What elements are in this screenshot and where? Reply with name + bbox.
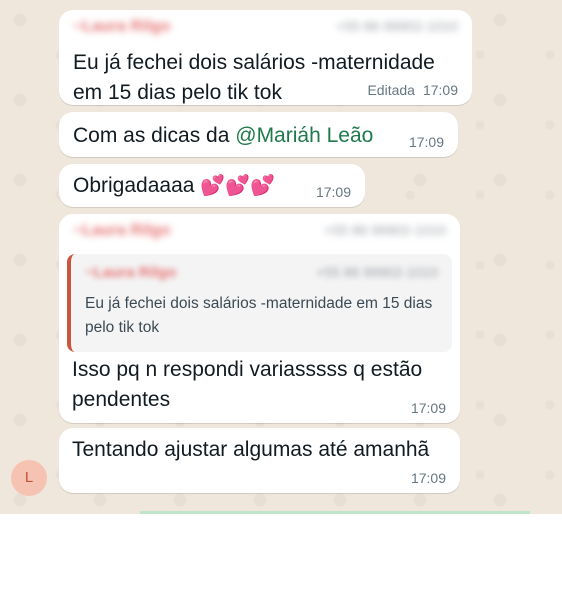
- divider: [140, 511, 530, 514]
- quoted-sender-name: ~Laura Rilgo: [85, 264, 177, 281]
- message-meta: Editada 17:09: [367, 82, 458, 98]
- message-time: 17:09: [408, 134, 444, 150]
- edited-label: Editada: [367, 82, 415, 98]
- mention-link[interactable]: @Mariáh Leão: [235, 124, 373, 147]
- message-time: 17:09: [422, 82, 458, 98]
- message-text-main: Obrigadaaaa: [73, 174, 195, 197]
- message-time: 17:09: [410, 400, 446, 416]
- quoted-sender-row: ~Laura Rilgo +55 86 99902-1010: [85, 264, 438, 286]
- sender-row: ~Laura Rilgo +55 86 99902-1010: [73, 222, 446, 242]
- hearts-emoji-icon: 💕💕💕: [200, 175, 275, 197]
- sender-name[interactable]: ~Laura Rilgo: [73, 222, 170, 240]
- message-text-prefix: Com as dicas da: [73, 124, 236, 147]
- sender-row: ~Laura Rilgo +55 86 99902-1010: [73, 18, 458, 38]
- reply-message-bubble[interactable]: ~Laura Rilgo +55 86 99902-1010 ~Laura Ri…: [59, 214, 460, 423]
- message-time: 17:09: [315, 184, 351, 200]
- message-bubble[interactable]: Obrigadaaaa 💕💕💕 17:09: [59, 164, 365, 207]
- quoted-sender-phone: +55 86 99902-1010: [316, 264, 438, 280]
- message-bubble[interactable]: Tentando ajustar algumas até amanhã 17:0…: [59, 428, 460, 493]
- avatar[interactable]: L: [11, 460, 47, 496]
- quoted-text: Eu já fechei dois salários -maternidade …: [85, 295, 433, 336]
- quoted-message[interactable]: ~Laura Rilgo +55 86 99902-1010 Eu já fec…: [67, 254, 452, 352]
- message-bubble[interactable]: Com as dicas da @Mariáh Leão 17:09: [59, 112, 458, 157]
- sender-phone: +55 86 99902-1010: [324, 222, 446, 238]
- message-text: Isso pq n respondi variasssss q estão pe…: [72, 358, 423, 411]
- message-text: Obrigadaaaa 💕💕💕: [73, 171, 351, 201]
- chat-area: ~Laura Rilgo +55 86 99902-1010 Eu já fec…: [0, 0, 562, 514]
- sender-phone: +55 86 99902-1010: [336, 18, 458, 34]
- message-text: Com as dicas da @Mariáh Leão: [73, 121, 444, 151]
- message-bubble[interactable]: ~Laura Rilgo +55 86 99902-1010 Eu já fec…: [59, 10, 472, 105]
- message-time: 17:09: [410, 470, 446, 486]
- message-text: Tentando ajustar algumas até amanhã: [72, 438, 430, 461]
- sender-name[interactable]: ~Laura Rilgo: [73, 18, 170, 36]
